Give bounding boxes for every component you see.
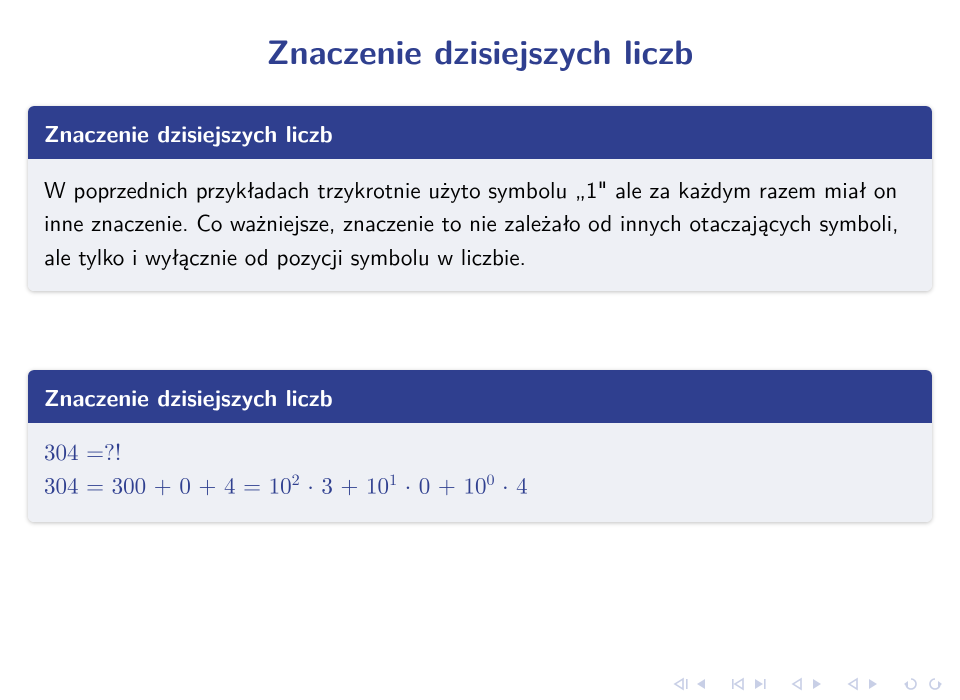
search-icon[interactable] xyxy=(926,676,944,692)
slide: Znaczenie dzisiejszych liczb Znaczenie d… xyxy=(0,0,960,700)
block-body-text: W poprzednich przykładach trzykrotnie uż… xyxy=(28,159,932,291)
nav-bar xyxy=(672,676,944,692)
math-line-2: 304 = 300 + 0 + 4 = 102 · 3 + 101 · 0 + … xyxy=(44,470,916,504)
nav-group-section xyxy=(730,677,768,691)
prev-sub-icon[interactable] xyxy=(846,677,860,691)
prev-slide-icon[interactable] xyxy=(694,677,708,691)
first-slide-icon[interactable] xyxy=(672,677,688,691)
nav-group-slide xyxy=(672,677,708,691)
next-sub-icon[interactable] xyxy=(866,677,880,691)
block-meaning-math: Znaczenie dzisiejszych liczb 304 =?! 304… xyxy=(28,370,932,522)
block-header: Znaczenie dzisiejszych liczb xyxy=(28,106,932,159)
math-line-1: 304 =?! xyxy=(44,437,916,470)
next-section-icon[interactable] xyxy=(752,677,768,691)
nav-group-frame xyxy=(790,677,824,691)
nav-group-sub xyxy=(846,677,880,691)
nav-group-misc xyxy=(902,676,944,692)
block-meaning-text: Znaczenie dzisiejszych liczb W poprzedni… xyxy=(28,106,932,291)
block-header: Znaczenie dzisiejszych liczb xyxy=(28,370,932,423)
slide-title: Znaczenie dzisiejszych liczb xyxy=(0,26,960,75)
back-icon[interactable] xyxy=(902,676,920,692)
block-body-math: 304 =?! 304 = 300 + 0 + 4 = 102 · 3 + 10… xyxy=(28,423,932,522)
next-frame-icon[interactable] xyxy=(810,677,824,691)
prev-section-icon[interactable] xyxy=(730,677,746,691)
prev-frame-icon[interactable] xyxy=(790,677,804,691)
